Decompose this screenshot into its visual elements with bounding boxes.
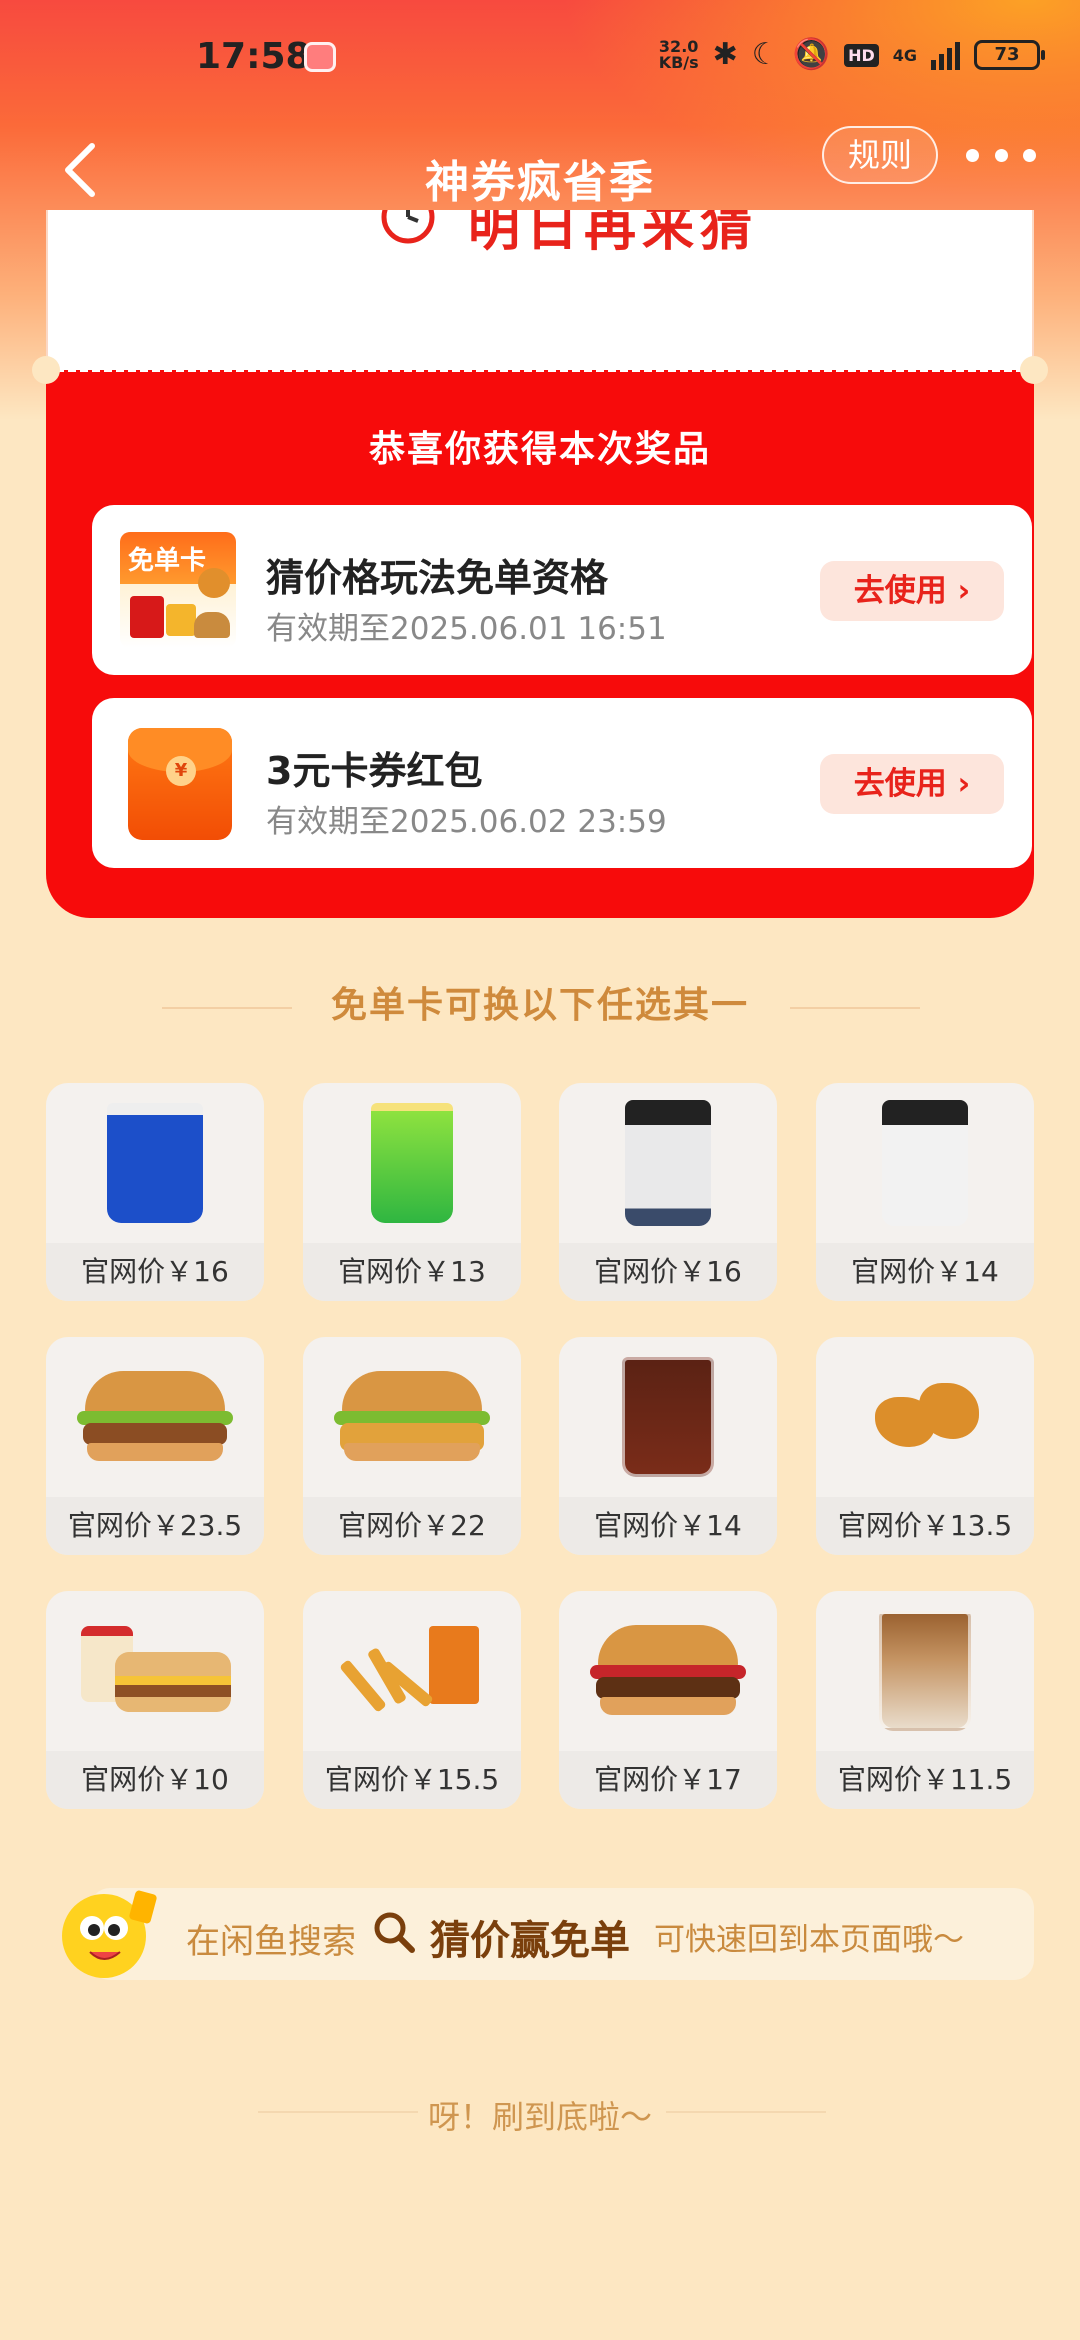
product-price: 官网价￥11.5	[816, 1751, 1034, 1809]
product-price: 官网价￥14	[816, 1243, 1034, 1301]
product-price: 官网价￥16	[559, 1243, 777, 1301]
product-grid: 官网价￥16 官网价￥13 官网价￥16 官网价￥14 官网价￥23.5 官网价…	[46, 1083, 1034, 1813]
more-dot-icon	[994, 148, 1008, 162]
product-card-white-cup[interactable]: 官网价￥14	[816, 1083, 1034, 1301]
more-dot-icon	[966, 148, 979, 162]
coffee-cup-image	[107, 1103, 203, 1223]
end-of-list-text: 呀！刷到底啦～	[427, 2098, 652, 2136]
red-packet-icon: ¥	[128, 728, 232, 840]
rules-button[interactable]: 规则	[822, 126, 938, 184]
burger-image	[75, 1367, 235, 1467]
product-card-chicken-wings[interactable]: 官网价￥13.5	[816, 1337, 1034, 1555]
tip-suffix: 可快速回到本页面哦～	[654, 1922, 964, 1958]
guess-result-card: 明日再来猜	[46, 210, 1034, 370]
burger-image	[588, 1621, 748, 1721]
drink-cup-image	[371, 1103, 453, 1223]
status-right-icons: 32.0 KB/s ✱ ☾ 🔕 HD 4G 73	[659, 37, 1045, 72]
prize-panel: 恭喜你获得本次奖品 免单卡 猜价格玩法免单资格 有效期至2025.06.01 1…	[32, 356, 1048, 918]
product-card-whopper[interactable]: 官网价￥17	[559, 1591, 777, 1809]
hd-badge: HD	[844, 43, 879, 67]
product-card-green-drink[interactable]: 官网价￥13	[303, 1083, 521, 1301]
product-card-crispy-burger[interactable]: 官网价￥22	[303, 1337, 521, 1555]
product-price: 官网价￥13.5	[816, 1497, 1034, 1555]
product-price: 官网价￥22	[303, 1497, 521, 1555]
product-card-breakfast-combo[interactable]: 官网价￥10	[46, 1591, 264, 1809]
mascot-icon	[62, 1890, 157, 1978]
tip-keyword: 猜价赢免单	[430, 1918, 630, 1964]
tea-cup-image	[882, 1100, 968, 1226]
bluetooth-icon: ✱	[712, 37, 738, 72]
prize-item-red-packet: ¥ 3元卡券红包 有效期至2025.06.02 23:59 去使用 ›	[92, 698, 1032, 868]
network-speed-unit: KB/s	[658, 53, 699, 72]
free-card-thumbnail: 免单卡	[120, 532, 236, 648]
retry-banner: 明日再来猜	[378, 210, 758, 270]
search-icon	[374, 1912, 415, 1953]
end-divider-right	[666, 2111, 826, 2113]
more-options-button[interactable]	[966, 130, 1036, 180]
iced-coffee-image	[622, 1357, 714, 1477]
chicken-fries-image	[337, 1626, 487, 1716]
retry-text: 明日再来猜	[468, 210, 759, 258]
fried-chicken-image	[865, 1377, 985, 1457]
breakfast-combo-image	[75, 1616, 235, 1726]
use-free-card-button[interactable]: 去使用 ›	[820, 561, 1004, 621]
product-card-luckin[interactable]: 官网价￥16	[46, 1083, 264, 1301]
product-price: 官网价￥14	[559, 1497, 777, 1555]
signal-icon	[931, 40, 960, 70]
product-price: 官网价￥17	[559, 1751, 777, 1809]
use-red-packet-button[interactable]: 去使用 ›	[820, 754, 1004, 814]
latte-image	[879, 1611, 971, 1731]
product-card-fries[interactable]: 官网价￥15.5	[303, 1591, 521, 1809]
alarm-clock-icon	[381, 210, 435, 244]
product-price: 官网价￥23.5	[46, 1497, 264, 1555]
burger-image	[332, 1367, 492, 1467]
prize-title: 恭喜你获得本次奖品	[368, 429, 711, 470]
section-title: 免单卡可换以下任选其一	[330, 985, 749, 1026]
tip-prefix: 在闲鱼搜索	[186, 1922, 356, 1962]
nav-bar: 神券疯省季 规则	[0, 120, 1080, 220]
prize-name: 猜价格玩法免单资格	[266, 556, 609, 600]
more-dot-icon	[1023, 148, 1036, 162]
ticket-divider	[56, 368, 1024, 372]
section-divider-right	[790, 1007, 920, 1009]
product-price: 官网价￥15.5	[303, 1751, 521, 1809]
notification-icon	[304, 42, 336, 72]
product-card-burger[interactable]: 官网价￥23.5	[46, 1337, 264, 1555]
product-price: 官网价￥10	[46, 1751, 264, 1809]
mute-icon: 🔕	[792, 37, 831, 72]
prize-expiry: 有效期至2025.06.01 16:51	[266, 611, 667, 647]
product-card-latte[interactable]: 官网价￥11.5	[816, 1591, 1034, 1809]
prize-item-free-card: 免单卡 猜价格玩法免单资格 有效期至2025.06.01 16:51 去使用 ›	[92, 505, 1032, 675]
prize-expiry: 有效期至2025.06.02 23:59	[266, 804, 667, 840]
battery-icon: 73	[974, 40, 1045, 70]
product-card-chagee[interactable]: 官网价￥16	[559, 1083, 777, 1301]
red-packet-coin: ¥	[166, 756, 196, 786]
product-price: 官网价￥13	[303, 1243, 521, 1301]
status-time: 17:58	[196, 36, 311, 77]
product-card-iced-coffee[interactable]: 官网价￥14	[559, 1337, 777, 1555]
network-speed: 32.0 KB/s	[659, 39, 699, 71]
prize-name: 3元卡券红包	[266, 749, 483, 793]
status-bar: 17:58 32.0 KB/s ✱ ☾ 🔕 HD 4G 73	[0, 0, 1080, 120]
free-card-thumb-label: 免单卡	[128, 546, 207, 576]
network-type: 4G	[892, 45, 917, 65]
ticket-notch-left	[32, 356, 60, 384]
ticket-notch-right	[1020, 356, 1048, 384]
tea-cup-image	[625, 1100, 711, 1226]
moon-icon: ☾	[751, 37, 779, 72]
product-price: 官网价￥16	[46, 1243, 264, 1301]
